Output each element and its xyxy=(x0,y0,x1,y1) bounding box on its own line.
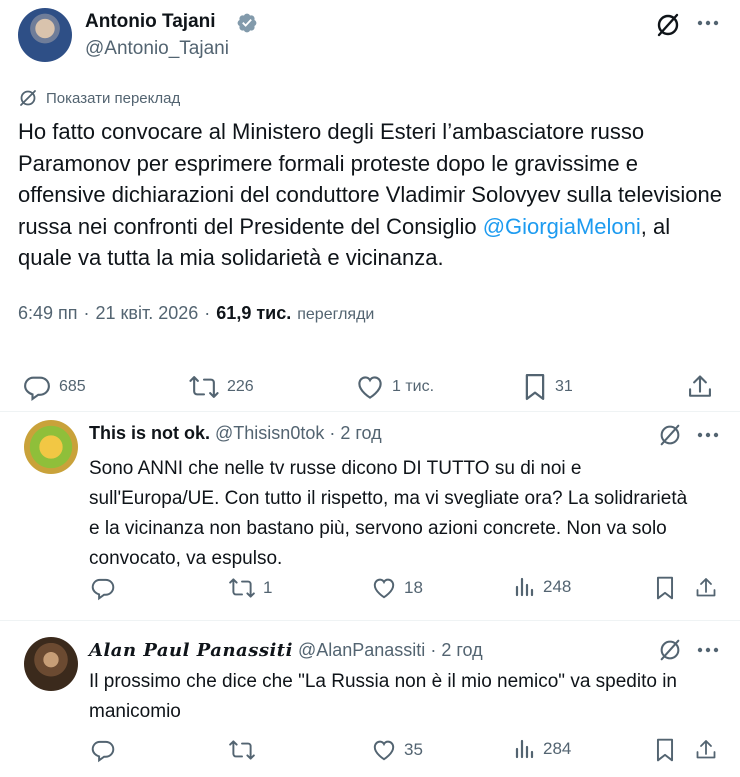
meta-separator: · xyxy=(430,640,437,660)
more-icon[interactable] xyxy=(696,424,720,446)
reply-text: Sono ANNI che nelle tv russe dicono DI T… xyxy=(89,458,688,569)
reply-button[interactable]: 685 xyxy=(22,372,86,402)
views-count: 284 xyxy=(543,739,572,758)
meta-separator: · xyxy=(329,423,336,443)
reply-count: 685 xyxy=(59,378,86,395)
divider xyxy=(0,620,740,621)
grok-icon[interactable] xyxy=(657,637,683,663)
bookmark-count: 31 xyxy=(555,378,573,395)
reply-author-handle[interactable]: @AlanPanassiti xyxy=(298,640,425,660)
verified-badge-icon[interactable] xyxy=(236,12,258,34)
reply-icon xyxy=(22,372,52,402)
views-icon xyxy=(512,737,536,761)
translate-label[interactable]: Показати переклад xyxy=(46,90,180,107)
like-button[interactable]: 1 тис. xyxy=(355,372,434,402)
views-count: 248 xyxy=(543,577,572,596)
bookmark-icon xyxy=(654,737,676,763)
more-icon[interactable] xyxy=(696,12,720,34)
translate-link[interactable]: Показати переклад xyxy=(18,87,180,109)
reply-icon xyxy=(90,737,116,763)
views-button[interactable]: 284 xyxy=(512,737,571,761)
like-button[interactable]: 18 xyxy=(371,575,423,601)
views-label: перегляди xyxy=(297,306,375,323)
reply-header: This is not ok. @Thisisn0tok · 2 год xyxy=(89,423,382,444)
reply-text: Il prossimo che dice che "La Russia non … xyxy=(89,671,677,722)
tweet-meta: 6:49 пп · 21 квіт. 2026 · 61,9 тис. пере… xyxy=(18,303,374,324)
like-count: 35 xyxy=(404,740,423,759)
retweet-count: 1 xyxy=(263,578,273,597)
tweet-actions: 685 226 1 тис. 31 xyxy=(0,370,740,404)
reply-author-name[interactable]: This is not ok. xyxy=(89,423,210,443)
reply-author-handle[interactable]: @Thisisn0tok xyxy=(215,423,324,443)
like-icon xyxy=(355,372,385,402)
author-name[interactable]: Antonio Tajani xyxy=(85,11,216,33)
meta-separator: · xyxy=(83,303,90,323)
tweet-text: Ho fatto convocare al Ministero degli Es… xyxy=(18,116,723,274)
share-icon xyxy=(686,372,714,402)
retweet-count: 226 xyxy=(227,378,254,395)
grok-icon[interactable] xyxy=(657,422,683,448)
like-count: 18 xyxy=(404,578,423,597)
tweet-time[interactable]: 6:49 пп xyxy=(18,303,78,324)
reply-avatar[interactable] xyxy=(24,420,78,474)
bookmark-icon xyxy=(654,575,676,601)
reply-header: Alan Paul Panassiti @AlanPanassiti · 2 г… xyxy=(89,640,483,661)
views-button[interactable]: 248 xyxy=(512,575,571,599)
reply-icon xyxy=(90,575,116,601)
like-icon xyxy=(371,575,397,601)
share-button[interactable] xyxy=(694,737,718,763)
divider xyxy=(0,411,740,412)
author-avatar[interactable] xyxy=(18,8,72,62)
translate-icon xyxy=(18,88,38,108)
views-count[interactable]: 61,9 тис. xyxy=(216,303,291,324)
retweet-button[interactable] xyxy=(228,737,256,763)
retweet-icon xyxy=(188,372,220,402)
bookmark-button[interactable] xyxy=(654,737,676,763)
share-button[interactable] xyxy=(694,575,718,601)
reply-button[interactable] xyxy=(90,575,116,601)
like-icon xyxy=(371,737,397,763)
retweet-icon xyxy=(228,575,256,601)
bookmark-button[interactable] xyxy=(654,575,676,601)
like-button[interactable]: 35 xyxy=(371,737,423,763)
grok-icon[interactable] xyxy=(654,11,682,39)
author-handle[interactable]: @Antonio_Tajani xyxy=(85,38,229,60)
reply-time[interactable]: 2 год xyxy=(441,640,482,660)
share-icon xyxy=(694,737,718,763)
share-button[interactable] xyxy=(686,372,714,402)
bookmark-button[interactable]: 31 xyxy=(522,372,573,402)
retweet-button[interactable]: 226 xyxy=(188,372,254,402)
retweet-button[interactable]: 1 xyxy=(228,575,272,601)
tweet-date[interactable]: 21 квіт. 2026 xyxy=(96,303,199,324)
reply-time[interactable]: 2 год xyxy=(340,423,381,443)
reply-button[interactable] xyxy=(90,737,116,763)
reply-avatar[interactable] xyxy=(24,637,78,691)
like-count: 1 тис. xyxy=(392,378,435,395)
bookmark-icon xyxy=(522,372,548,402)
retweet-icon xyxy=(228,737,256,763)
mention-link[interactable]: @GiorgiaMeloni xyxy=(483,214,641,239)
reply-author-name[interactable]: Alan Paul Panassiti xyxy=(89,640,293,661)
more-icon[interactable] xyxy=(696,639,720,661)
views-icon xyxy=(512,575,536,599)
meta-separator: · xyxy=(204,303,211,323)
reply-actions: 35 284 xyxy=(0,737,740,767)
share-icon xyxy=(694,575,718,601)
reply-actions: 1 18 248 xyxy=(0,575,740,605)
